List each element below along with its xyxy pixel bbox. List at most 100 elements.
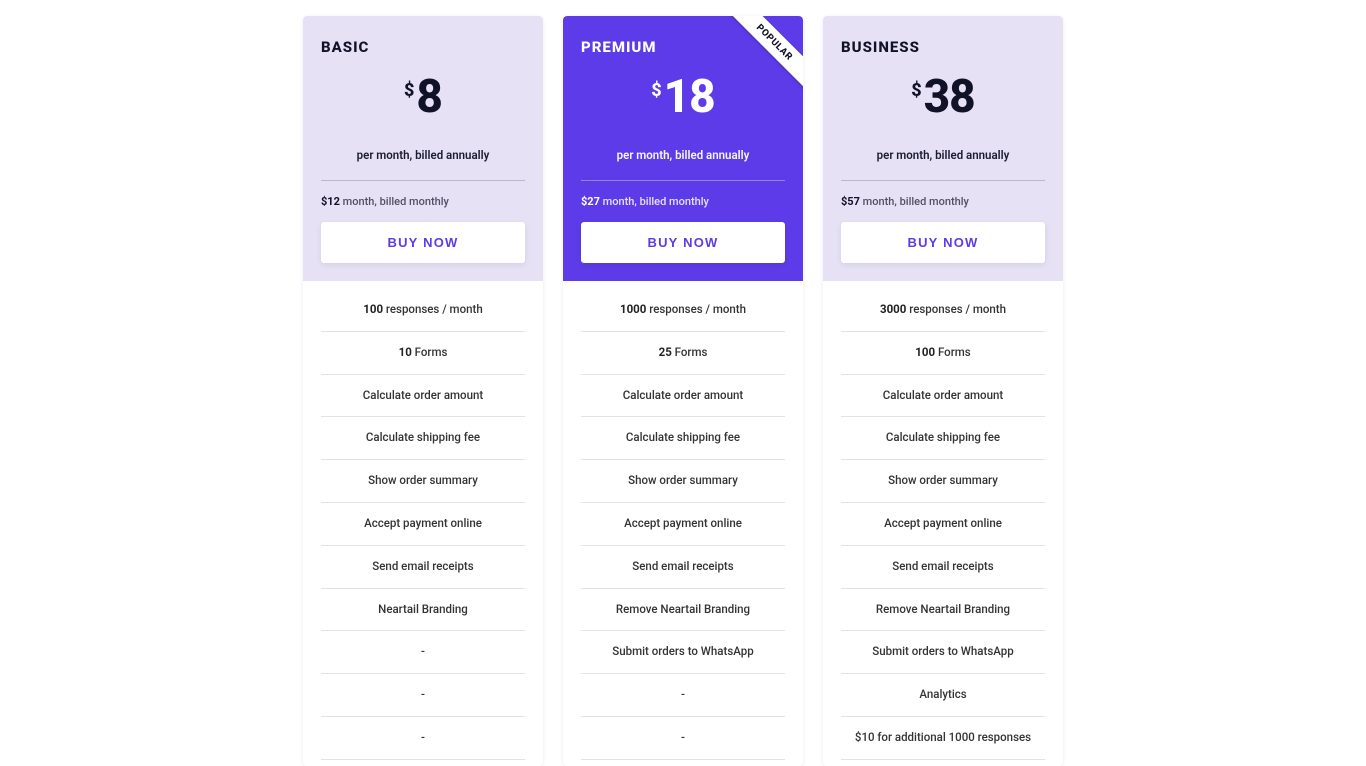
feature-item: Send email receipts bbox=[321, 546, 525, 589]
plan-title: PREMIUM bbox=[581, 38, 785, 56]
feature-item: 1000 responses / month bbox=[581, 289, 785, 332]
divider bbox=[581, 180, 785, 181]
divider bbox=[841, 180, 1045, 181]
feature-bold: 1000 bbox=[620, 302, 646, 316]
feature-item: - bbox=[321, 674, 525, 717]
feature-item: 25 Forms bbox=[581, 332, 785, 375]
feature-item: Calculate shipping fee bbox=[841, 417, 1045, 460]
feature-text: Send email receipts bbox=[372, 559, 473, 573]
feature-item: 3000 responses / month bbox=[841, 289, 1045, 332]
feature-text: Show order summary bbox=[888, 473, 998, 487]
feature-text: Calculate order amount bbox=[363, 388, 483, 402]
feature-text: Accept payment online bbox=[624, 516, 742, 530]
billing-monthly-text: $27 month, billed monthly bbox=[581, 195, 785, 208]
feature-rest: Forms bbox=[935, 345, 971, 359]
billing-annual-text: per month, billed annually bbox=[841, 148, 1045, 162]
billing-monthly-text: $12 month, billed monthly bbox=[321, 195, 525, 208]
price-amount: 18 bbox=[664, 74, 715, 120]
monthly-price: $57 bbox=[841, 195, 863, 208]
buy-now-button-business[interactable]: BUY NOW bbox=[841, 222, 1045, 263]
buy-now-button-premium[interactable]: BUY NOW bbox=[581, 222, 785, 263]
monthly-price: $27 bbox=[581, 195, 603, 208]
feature-text: Remove Neartail Branding bbox=[876, 602, 1010, 616]
plan-header-business: BUSINESS $38 per month, billed annually $57… bbox=[823, 16, 1063, 281]
price-amount: 8 bbox=[416, 74, 442, 120]
plan-price: $38 bbox=[841, 74, 1045, 120]
feature-text: - bbox=[421, 644, 425, 658]
feature-text: Show order summary bbox=[628, 473, 738, 487]
feature-item: Submit orders to WhatsApp bbox=[841, 631, 1045, 674]
plan-header-basic: BASIC $8 per month, billed annually $12 mon… bbox=[303, 16, 543, 281]
plan-title: BASIC bbox=[321, 38, 525, 56]
feature-item: Accept payment online bbox=[321, 503, 525, 546]
plan-price: $18 bbox=[581, 74, 785, 120]
feature-bold: 10 bbox=[399, 345, 412, 359]
feature-item: - bbox=[581, 717, 785, 760]
plan-header-premium: PREMIUM $18 per month, billed annually $27 … bbox=[563, 16, 803, 281]
feature-item: Neartail Branding bbox=[321, 589, 525, 632]
feature-bold: 100 bbox=[363, 302, 383, 316]
plan-card-premium: POPULARPREMIUM$18per month, billed annua… bbox=[563, 16, 803, 766]
feature-text: Send email receipts bbox=[632, 559, 733, 573]
features-list: 3000 responses / month100 FormsCalculate… bbox=[823, 281, 1063, 766]
plan-title: BUSINESS bbox=[841, 38, 1045, 56]
feature-item: Calculate order amount bbox=[841, 375, 1045, 418]
feature-item: Calculate order amount bbox=[581, 375, 785, 418]
feature-text: - bbox=[421, 687, 425, 701]
feature-text: - bbox=[681, 730, 685, 744]
feature-item: Remove Neartail Branding bbox=[581, 589, 785, 632]
currency-symbol: $ bbox=[404, 80, 414, 101]
feature-item: 100 Forms bbox=[841, 332, 1045, 375]
feature-item: $10 for additional 1000 responses bbox=[841, 717, 1045, 760]
billing-annual-text: per month, billed annually bbox=[321, 148, 525, 162]
features-list: 1000 responses / month25 FormsCalculate … bbox=[563, 281, 803, 766]
feature-item: Calculate order amount bbox=[321, 375, 525, 418]
pricing-grid: BASIC $8 per month, billed annually $12 mon… bbox=[0, 0, 1366, 766]
feature-item: - bbox=[321, 717, 525, 760]
feature-rest: Forms bbox=[672, 345, 708, 359]
feature-rest: Forms bbox=[412, 345, 448, 359]
feature-item: - bbox=[581, 674, 785, 717]
feature-text: Accept payment online bbox=[884, 516, 1002, 530]
feature-bold: 25 bbox=[659, 345, 672, 359]
feature-text: Calculate order amount bbox=[883, 388, 1003, 402]
feature-item: Remove Neartail Branding bbox=[841, 589, 1045, 632]
feature-item: Show order summary bbox=[581, 460, 785, 503]
plan-card-business: BUSINESS $38 per month, billed annually $57… bbox=[823, 16, 1063, 766]
feature-text: Send email receipts bbox=[892, 559, 993, 573]
feature-item: Show order summary bbox=[321, 460, 525, 503]
monthly-price: $12 bbox=[321, 195, 343, 208]
divider bbox=[321, 180, 525, 181]
feature-text: Calculate shipping fee bbox=[626, 430, 740, 444]
feature-text: - bbox=[681, 687, 685, 701]
feature-text: Submit orders to WhatsApp bbox=[612, 644, 753, 658]
feature-text: Neartail Branding bbox=[378, 602, 468, 616]
feature-text: Calculate shipping fee bbox=[886, 430, 1000, 444]
feature-text: Calculate order amount bbox=[623, 388, 743, 402]
price-amount: 38 bbox=[924, 74, 975, 120]
feature-item: Submit orders to WhatsApp bbox=[581, 631, 785, 674]
feature-item: Calculate shipping fee bbox=[581, 417, 785, 460]
feature-item: Show order summary bbox=[841, 460, 1045, 503]
feature-text: Accept payment online bbox=[364, 516, 482, 530]
currency-symbol: $ bbox=[911, 80, 921, 101]
feature-text: $10 for additional 1000 responses bbox=[855, 730, 1031, 744]
feature-bold: 100 bbox=[915, 345, 935, 359]
plan-price: $8 bbox=[321, 74, 525, 120]
buy-now-button-basic[interactable]: BUY NOW bbox=[321, 222, 525, 263]
currency-symbol: $ bbox=[651, 80, 661, 101]
feature-item: Accept payment online bbox=[581, 503, 785, 546]
feature-item: Analytics bbox=[841, 674, 1045, 717]
feature-rest: responses / month bbox=[383, 302, 483, 316]
feature-item: 10 Forms bbox=[321, 332, 525, 375]
billing-monthly-text: $57 month, billed monthly bbox=[841, 195, 1045, 208]
feature-item: Send email receipts bbox=[581, 546, 785, 589]
feature-item: 100 responses / month bbox=[321, 289, 525, 332]
monthly-rest: month, billed monthly bbox=[863, 195, 969, 208]
plan-card-basic: BASIC $8 per month, billed annually $12 mon… bbox=[303, 16, 543, 766]
feature-item: - bbox=[321, 631, 525, 674]
billing-annual-text: per month, billed annually bbox=[581, 148, 785, 162]
monthly-rest: month, billed monthly bbox=[343, 195, 449, 208]
monthly-rest: month, billed monthly bbox=[603, 195, 709, 208]
feature-text: - bbox=[421, 730, 425, 744]
